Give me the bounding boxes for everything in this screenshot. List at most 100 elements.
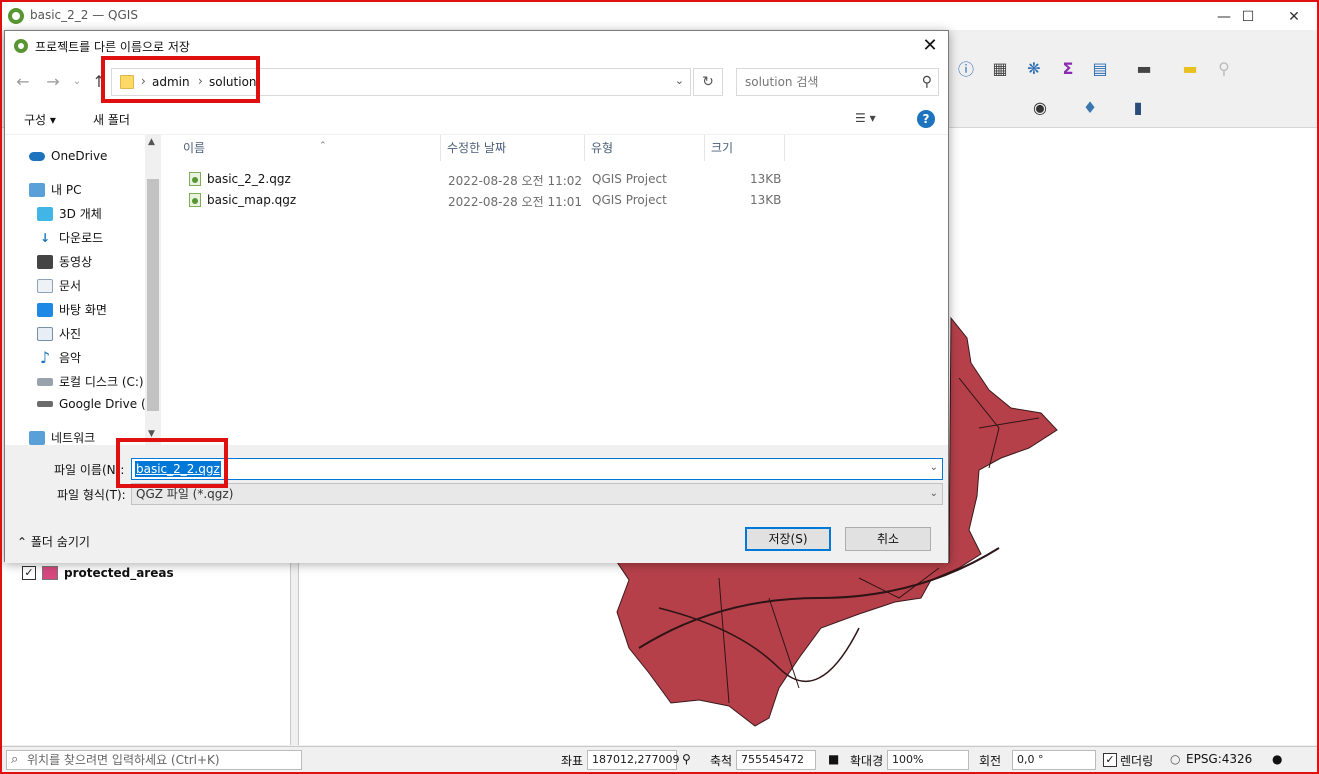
nav-item-3d-objects[interactable]: 3D 개체 <box>37 205 102 222</box>
back-icon[interactable]: ← <box>13 72 33 92</box>
tips-icon[interactable]: ▬ <box>1178 56 1202 80</box>
breadcrumb-chevron-icon[interactable]: › <box>141 74 146 88</box>
layer-checkbox[interactable]: ✓ <box>22 566 36 580</box>
folder-icon <box>120 75 134 89</box>
rotation-field[interactable]: 0,0 ° <box>1012 750 1096 770</box>
lock-icon[interactable]: ■ <box>828 752 839 766</box>
close-window-button[interactable]: ✕ <box>1272 6 1316 28</box>
file-list: ⌃ 이름 수정한 날짜 유형 크기 basic_2_2.qgz 2022-08-… <box>161 135 948 445</box>
up-folder-icon[interactable]: ↑ <box>89 72 109 92</box>
help-book-icon[interactable]: ▮ <box>1126 95 1150 119</box>
organize-button[interactable]: 구성 ▾ <box>24 111 56 128</box>
forward-icon[interactable]: → <box>43 72 63 92</box>
search-tool-icon[interactable]: ⚲ <box>1212 56 1236 80</box>
nav-item-onedrive[interactable]: OneDrive <box>29 149 107 163</box>
qgis-titlebar: basic_2_2 — QGIS — ☐ ✕ <box>2 2 1317 30</box>
file-date: 2022-08-28 오전 11:02 <box>448 174 583 188</box>
cancel-button[interactable]: 취소 <box>845 527 931 551</box>
scale-label: 축척 <box>710 754 733 768</box>
measure-icon[interactable]: ▬ <box>1132 56 1156 80</box>
search-input[interactable]: solution 검색 ⚲ <box>736 68 939 96</box>
breadcrumb-solution[interactable]: solution <box>209 75 257 89</box>
nav-item-local-disk[interactable]: 로컬 디스크 (C:) <box>37 373 144 390</box>
sum-icon[interactable]: Σ <box>1056 56 1080 80</box>
magnifier-field[interactable]: 100% <box>887 750 969 770</box>
save-button[interactable]: 저장(S) <box>745 527 831 551</box>
video-icon <box>37 254 53 269</box>
column-header-type[interactable]: 유형 <box>585 135 705 161</box>
help-icon[interactable]: ? <box>917 110 935 128</box>
nav-scroll-thumb[interactable] <box>147 179 159 411</box>
locate-input[interactable]: 위치를 찾으려면 입력하세요 (Ctrl+K) <box>6 750 302 770</box>
nav-item-downloads[interactable]: ↓ 다운로드 <box>37 229 103 246</box>
gear-icon[interactable]: ❋ <box>1022 56 1046 80</box>
chevron-up-icon: ⌃ <box>17 535 28 549</box>
crs-label[interactable]: EPSG:4326 <box>1186 752 1252 766</box>
dialog-close-button[interactable]: ✕ <box>918 35 942 57</box>
save-as-dialog: 프로젝트를 다른 이름으로 저장 ✕ ← → ⌄ ↑ › admin › sol… <box>4 30 949 563</box>
filename-input[interactable]: basic_2_2.qgz ⌄ <box>131 458 943 480</box>
search-icon: ⚲ <box>921 74 932 90</box>
nav-item-google-drive[interactable]: Google Drive (G <box>37 397 155 411</box>
render-checkbox[interactable]: ✓ <box>1103 753 1117 767</box>
new-folder-button[interactable]: 새 폴더 <box>93 111 130 128</box>
layer-color-swatch <box>42 566 58 580</box>
breadcrumb-chevron-icon[interactable]: › <box>198 74 203 88</box>
refresh-button[interactable]: ↻ <box>693 68 723 96</box>
dialog-titlebar: 프로젝트를 다른 이름으로 저장 ✕ <box>5 31 948 61</box>
file-size: 13KB <box>750 172 782 186</box>
python-icon[interactable]: ♦ <box>1078 95 1102 119</box>
nav-item-my-pc[interactable]: 내 PC <box>29 181 81 198</box>
cloud-icon <box>29 151 45 161</box>
nav-scrollbar[interactable]: ▲ ▼ <box>145 135 161 445</box>
attribute-table-icon[interactable]: ▤ <box>1088 56 1112 80</box>
pc-icon <box>29 182 45 197</box>
filetype-select[interactable]: QGZ 파일 (*.qgz) ⌄ <box>131 483 943 505</box>
plugins-icon[interactable]: ◉ <box>1028 95 1052 119</box>
sort-ascending-icon: ⌃ <box>319 141 327 151</box>
qgz-file-icon <box>189 193 201 207</box>
window-title: basic_2_2 — QGIS <box>30 8 138 22</box>
history-dropdown-icon[interactable]: ⌄ <box>67 72 87 92</box>
file-date: 2022-08-28 오전 11:01 <box>448 195 583 209</box>
calculator-icon[interactable]: ▦ <box>988 56 1012 80</box>
nav-item-pictures[interactable]: 사진 <box>37 325 81 342</box>
address-bar[interactable]: › admin › solution ⌄ <box>111 68 691 96</box>
coord-field[interactable]: 187012,277009 <box>587 750 679 770</box>
maximize-button[interactable]: ☐ <box>1226 6 1270 28</box>
drive-icon <box>37 401 53 407</box>
scroll-up-icon[interactable]: ▲ <box>148 137 155 147</box>
column-header-size[interactable]: 크기 <box>705 135 785 161</box>
nav-item-videos[interactable]: 동영상 <box>37 253 92 270</box>
nav-item-music[interactable]: ♪ 음악 <box>37 349 81 366</box>
mouse-icon[interactable]: ⚲ <box>682 752 691 766</box>
magnifier-label: 확대경 <box>850 754 884 768</box>
filename-label: 파일 이름(N): <box>54 463 125 477</box>
nav-item-documents[interactable]: 문서 <box>37 277 81 294</box>
scroll-down-icon[interactable]: ▼ <box>148 429 155 439</box>
save-options: 파일 이름(N): basic_2_2.qgz ⌄ 파일 형식(T): QGZ … <box>5 445 948 563</box>
column-header-name[interactable]: ⌃ 이름 <box>177 135 441 161</box>
file-name: basic_map.qgz <box>207 193 297 207</box>
rotation-label: 회전 <box>979 754 1002 768</box>
hide-folders-toggle[interactable]: ⌃ 폴더 숨기기 <box>17 533 90 550</box>
chevron-down-icon[interactable]: ⌄ <box>675 74 684 87</box>
breadcrumb-admin[interactable]: admin <box>152 75 190 89</box>
filetype-label: 파일 형식(T): <box>57 488 126 502</box>
layer-row[interactable]: ✓ protected_areas <box>22 566 174 580</box>
file-row[interactable]: basic_map.qgz 2022-08-28 오전 11:01 QGIS P… <box>161 190 948 211</box>
messages-icon[interactable]: ● <box>1272 752 1282 766</box>
file-type: QGIS Project <box>592 193 667 207</box>
file-row[interactable]: basic_2_2.qgz 2022-08-28 오전 11:02 QGIS P… <box>161 169 948 190</box>
chevron-down-icon[interactable]: ⌄ <box>930 462 938 473</box>
nav-item-desktop[interactable]: 바탕 화면 <box>37 301 107 318</box>
column-header-date[interactable]: 수정한 날짜 <box>441 135 585 161</box>
scale-field[interactable]: 755545472 <box>736 750 816 770</box>
view-options-icon[interactable]: ☰ ▾ <box>855 111 876 125</box>
globe-icon[interactable]: ○ <box>1170 752 1180 766</box>
nav-item-network[interactable]: 네트워크 <box>29 429 95 445</box>
identify-icon[interactable]: ⓘ <box>954 56 978 80</box>
chevron-down-icon[interactable]: ⌄ <box>930 484 938 504</box>
search-placeholder: solution 검색 <box>745 75 819 89</box>
picture-icon <box>37 326 53 341</box>
